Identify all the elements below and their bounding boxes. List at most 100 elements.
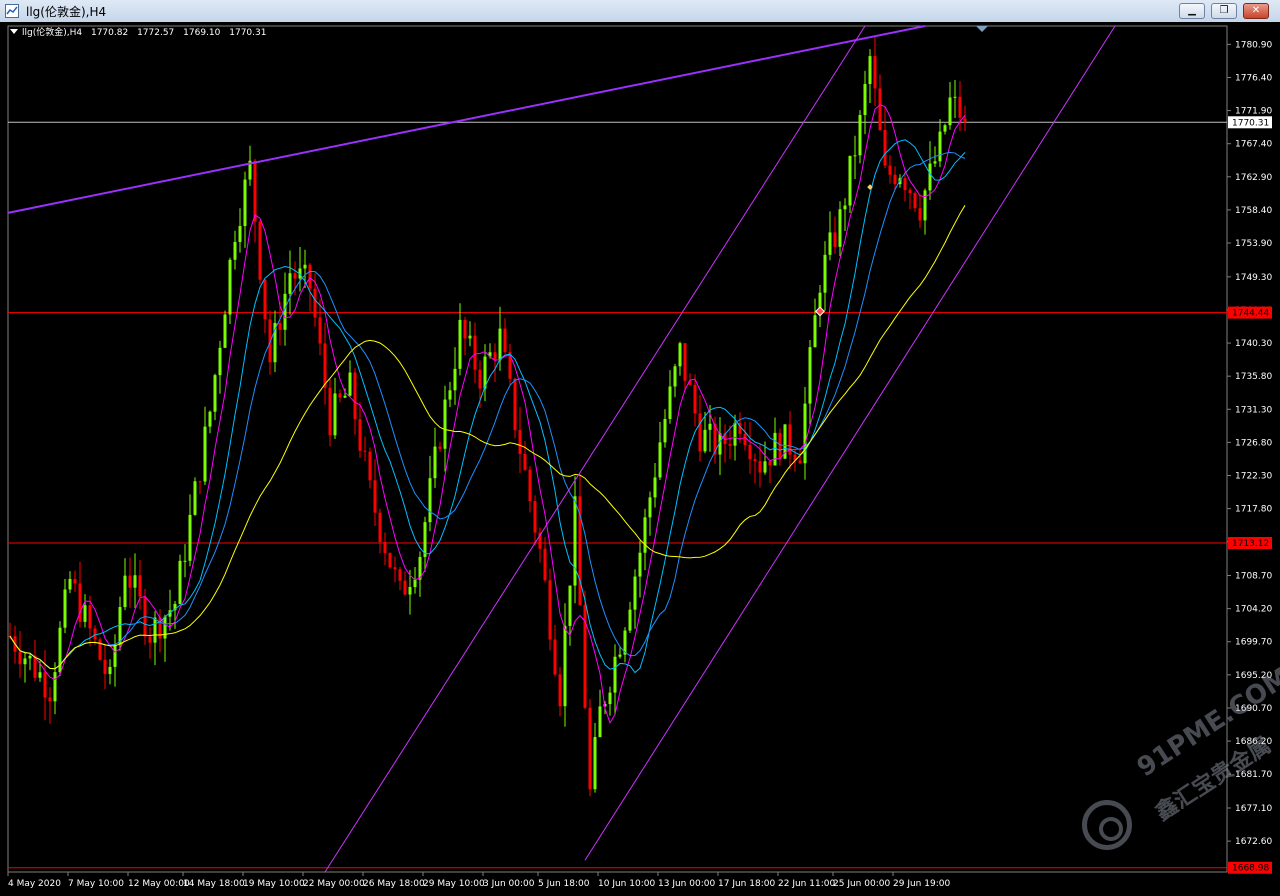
bear-candle (903, 178, 907, 191)
level-tag-2-label: 1713.12 (1232, 539, 1269, 549)
bull-candle (83, 605, 87, 622)
bear-candle (383, 541, 387, 554)
y-tick-label: 1695.20 (1235, 671, 1272, 681)
bull-candle (653, 477, 657, 498)
bull-candle (868, 56, 872, 84)
y-tick-label: 1767.40 (1235, 140, 1272, 150)
bull-candle (123, 575, 127, 608)
bear-candle (308, 264, 312, 289)
bull-candle (563, 625, 567, 707)
bear-candle (558, 674, 562, 707)
chart-shift-marker-icon[interactable] (976, 26, 988, 32)
minimize-button[interactable]: ▁ (1179, 3, 1205, 19)
x-tick-label: 10 Jun 10:00 (598, 879, 655, 889)
bull-candle (928, 163, 932, 191)
bull-candle (228, 259, 232, 315)
bull-candle (658, 442, 662, 478)
bull-candle (733, 422, 737, 446)
bear-candle (963, 118, 967, 123)
bear-candle (533, 501, 537, 533)
bear-candle (398, 569, 402, 581)
bear-candle (473, 335, 477, 370)
bear-candle (893, 174, 897, 185)
ma-fast-line (9, 104, 966, 725)
x-tick-label: 22 May 00:00 (303, 879, 365, 889)
y-tick-label: 1749.30 (1235, 273, 1272, 283)
bear-candle (328, 387, 332, 436)
bull-candle (568, 585, 572, 626)
bull-candle (188, 514, 192, 561)
bull-candle (178, 560, 182, 604)
bull-candle (288, 273, 292, 294)
x-tick-label: 29 Jun 19:00 (893, 879, 950, 889)
y-tick-label: 1753.90 (1235, 239, 1272, 249)
bear-candle (318, 317, 322, 344)
bear-candle (748, 444, 752, 460)
y-tick-label: 1717.80 (1235, 505, 1272, 515)
bear-candle (548, 580, 552, 640)
bull-candle (708, 423, 712, 430)
bear-candle (358, 419, 362, 451)
bear-candle (103, 659, 107, 675)
bull-candle (63, 589, 67, 628)
bear-candle (353, 372, 357, 420)
bull-candle (433, 446, 437, 479)
bull-candle (673, 366, 677, 387)
bull-candle (218, 347, 222, 376)
close-button[interactable]: ✕ (1243, 3, 1269, 19)
bull-candle (703, 429, 707, 452)
restore-icon: ❐ (1219, 5, 1229, 16)
bear-candle (543, 548, 547, 581)
bull-candle (133, 575, 137, 588)
bull-candle (108, 666, 112, 675)
y-tick-label: 1704.20 (1235, 605, 1272, 615)
bull-candle (773, 432, 777, 466)
bull-candle (948, 97, 952, 126)
bear-candle (698, 413, 702, 452)
bull-candle (208, 411, 212, 427)
bear-candle (588, 707, 592, 790)
bull-candle (608, 692, 612, 705)
x-tick-label: 4 May 2020 (8, 879, 61, 889)
dropdown-triangle-icon[interactable] (10, 29, 18, 34)
bull-candle (28, 655, 32, 659)
bear-candle (278, 322, 282, 330)
bull-candle (643, 517, 647, 553)
y-tick-label: 1722.30 (1235, 471, 1272, 481)
bear-candle (463, 319, 467, 339)
bull-candle (243, 179, 247, 227)
bull-candle (68, 578, 72, 590)
y-tick-label: 1731.30 (1235, 405, 1272, 415)
bear-candle (518, 430, 522, 454)
x-tick-label: 22 Jun 11:00 (778, 879, 835, 889)
bull-candle (343, 395, 347, 398)
bull-candle (468, 335, 472, 339)
chart-window-icon (5, 4, 19, 18)
ma-long-line (9, 205, 966, 670)
ma-mid-line (9, 139, 966, 674)
y-tick-label: 1708.70 (1235, 572, 1272, 582)
y-tick-label: 1762.90 (1235, 173, 1272, 183)
x-tick-label: 17 Jun 18:00 (718, 879, 775, 889)
chart-area[interactable]: 1780.90 1776.40 1771.90 1767.40 1762.90 1758.… (0, 22, 1280, 896)
bear-candle (768, 461, 772, 466)
bull-candle (838, 209, 842, 247)
x-tick-label: 12 May 00:00 (128, 879, 190, 889)
bear-candle (43, 672, 47, 698)
bear-candle (378, 512, 382, 542)
bear-candle (493, 352, 497, 361)
bear-candle (753, 459, 757, 462)
y-tick-label: 1681.70 (1235, 770, 1272, 780)
price-chart[interactable]: 1780.90 1776.40 1771.90 1767.40 1762.90 1758.… (0, 22, 1280, 896)
bear-candle (403, 580, 407, 595)
bull-candle (203, 426, 207, 482)
open-value: 1770.82 (90, 28, 129, 38)
bear-candle (138, 575, 142, 597)
bear-candle (503, 328, 507, 353)
bear-candle (93, 628, 97, 640)
restore-button[interactable]: ❐ (1211, 3, 1237, 19)
x-tick-label: 29 May 10:00 (423, 879, 485, 889)
bull-candle (593, 737, 597, 790)
bear-candle (388, 553, 392, 568)
minimize-icon: ▁ (1188, 5, 1196, 16)
